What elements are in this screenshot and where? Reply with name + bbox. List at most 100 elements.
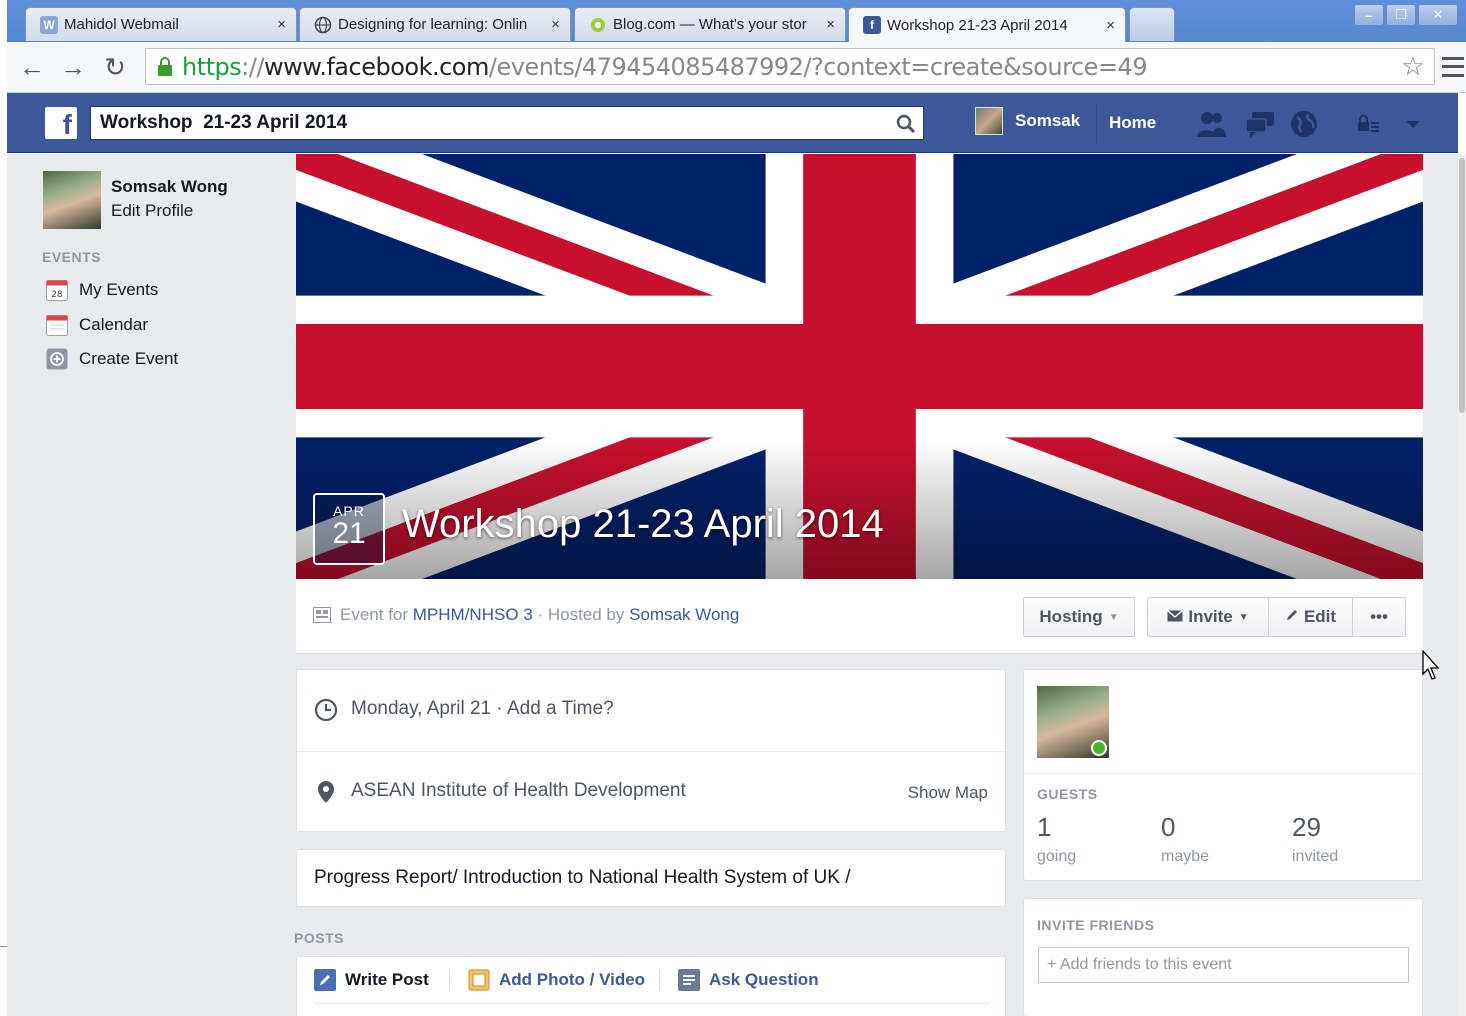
more-options-button[interactable]: ••• — [1352, 597, 1406, 637]
hosting-button[interactable]: Hosting ▼ — [1023, 597, 1135, 637]
posts-heading: POSTS — [294, 930, 344, 946]
group-link[interactable]: MPHM/NHSO 3 — [413, 605, 533, 625]
new-tab-button[interactable] — [1129, 7, 1175, 41]
event-date-text: Monday, April 21 — [351, 698, 492, 719]
more-dots-icon: ••• — [1370, 607, 1388, 626]
going-count[interactable]: 1 — [1037, 812, 1051, 843]
window-close-icon[interactable]: ✕ — [1418, 4, 1458, 26]
edit-button[interactable]: Edit — [1268, 597, 1353, 637]
facebook-logo-icon[interactable]: f — [45, 107, 77, 139]
edit-profile-link[interactable]: Edit Profile — [111, 201, 228, 221]
divider — [0, 946, 7, 947]
avatar[interactable] — [43, 171, 101, 229]
photo-icon — [468, 969, 490, 991]
tab-mahidol-webmail[interactable]: W Mahidol Webmail × — [25, 7, 297, 41]
blog-icon — [589, 16, 607, 34]
event-cover-photo[interactable]: APR 21 Workshop 21-23 April 2014 — [296, 154, 1423, 579]
clock-icon — [314, 698, 338, 725]
chevron-down-icon: ▼ — [1238, 611, 1249, 623]
tab-blog[interactable]: Blog.com — What's your stor × — [574, 7, 846, 41]
browser-toolbar: ← → ↻ https://www.facebook.com/events/47… — [7, 42, 1466, 93]
add-photo-video-tab[interactable]: Add Photo / Video — [468, 969, 645, 991]
add-friends-input[interactable]: + Add friends to this event — [1038, 947, 1409, 983]
close-icon[interactable]: × — [551, 16, 560, 33]
friend-requests-icon[interactable] — [1195, 109, 1227, 139]
event-description: Progress Report/ Introduction to Nationa… — [314, 867, 851, 888]
show-map-link[interactable]: Show Map — [908, 783, 988, 803]
plus-circle-icon — [45, 347, 69, 371]
sidebar-item-calendar[interactable]: Calendar — [45, 313, 148, 337]
close-icon[interactable]: × — [826, 16, 835, 33]
maybe-label: maybe — [1161, 848, 1210, 865]
location-pin-icon — [316, 780, 336, 807]
address-bar[interactable]: https://www.facebook.com/events/47945408… — [145, 48, 1435, 85]
event-details-card: Monday, April 21 · Add a Time? ASEAN Ins… — [296, 669, 1006, 832]
tab-designing-for-learning[interactable]: Designing for learning: Onlin × — [299, 7, 571, 41]
tab-title: Blog.com — What's your stor — [613, 16, 807, 33]
pencil-icon — [1285, 607, 1299, 627]
privacy-shortcuts-icon[interactable] — [1352, 109, 1384, 139]
close-icon[interactable]: × — [1106, 17, 1115, 34]
forward-icon[interactable]: → — [58, 52, 88, 82]
globe-icon — [314, 16, 332, 34]
mahidol-icon: W — [40, 15, 58, 34]
guest-avatar[interactable] — [1037, 686, 1109, 758]
url-scheme: https — [182, 52, 242, 81]
messages-icon[interactable] — [1244, 109, 1276, 139]
host-link[interactable]: Somsak Wong — [629, 605, 739, 625]
event-meta-bar: Event for MPHM/NHSO 3 · Hosted by Somsak… — [296, 579, 1423, 654]
url-separator: :// — [241, 52, 265, 81]
notifications-globe-icon[interactable] — [1288, 109, 1320, 139]
maybe-count[interactable]: 0 — [1161, 812, 1175, 843]
date-day: 21 — [332, 517, 366, 550]
profile-link[interactable]: Somsak — [975, 107, 1080, 135]
scrollbar-thumb[interactable] — [1459, 158, 1465, 413]
sidebar-item-create-event[interactable]: Create Event — [45, 347, 178, 371]
home-label: Home — [1109, 113, 1157, 132]
home-link[interactable]: Home — [1096, 103, 1156, 143]
back-icon[interactable]: ← — [17, 52, 47, 82]
divider — [449, 969, 450, 991]
event-title: Workshop 21-23 April 2014 — [402, 502, 884, 546]
ask-question-tab[interactable]: Ask Question — [678, 969, 819, 991]
profile-name: Somsak — [1015, 111, 1081, 130]
event-date-badge: APR 21 — [313, 493, 385, 565]
left-navigation: Somsak Wong Edit Profile EVENTS 28 My Ev… — [7, 154, 296, 1016]
event-host-info: Event for MPHM/NHSO 3 · Hosted by Somsak… — [313, 605, 739, 625]
sidebar-item-my-events[interactable]: 28 My Events — [45, 278, 158, 302]
guests-heading: GUESTS — [1037, 786, 1098, 802]
profile-summary: Somsak Wong Edit Profile — [43, 171, 228, 229]
tab-label: Add Photo / Video — [499, 970, 646, 989]
bookmark-star-icon[interactable]: ☆ — [1401, 52, 1424, 82]
write-post-pencil-icon — [314, 969, 336, 991]
facebook-icon: f — [863, 16, 881, 34]
add-time-link[interactable]: · Add a Time? — [491, 698, 613, 719]
browser-menu-icon[interactable] — [1442, 54, 1464, 80]
url-path: /events/479454085487992/?context=create&… — [488, 52, 1148, 81]
tab-strip: W Mahidol Webmail × Designing for learni… — [7, 0, 1466, 42]
minimize-icon[interactable]: – — [1354, 4, 1384, 26]
search-input[interactable] — [100, 112, 880, 134]
write-post-tab[interactable]: Write Post — [314, 969, 429, 991]
search-icon[interactable] — [895, 113, 917, 135]
event-description-card: Progress Report/ Introduction to Nationa… — [296, 849, 1006, 907]
profile-name-link[interactable]: Somsak Wong — [111, 177, 228, 197]
invite-button[interactable]: Invite ▼ — [1147, 597, 1269, 637]
divider — [314, 1003, 990, 1004]
going-check-icon — [1091, 740, 1107, 756]
page-scrollbar[interactable] — [1458, 154, 1466, 1016]
close-icon[interactable]: × — [277, 16, 286, 33]
invite-friends-heading: INVITE FRIENDS — [1037, 917, 1155, 933]
event-location[interactable]: ASEAN Institute of Health Development — [351, 780, 686, 802]
reload-icon[interactable]: ↻ — [100, 52, 130, 82]
window-controls: – ❐ ✕ — [1354, 4, 1458, 26]
invited-count[interactable]: 29 — [1292, 812, 1321, 843]
chevron-down-icon: ▼ — [1108, 611, 1119, 623]
tab-label: Write Post — [345, 970, 429, 989]
sidebar-item-label: Calendar — [79, 315, 148, 334]
lock-icon — [154, 56, 176, 78]
restore-icon[interactable]: ❐ — [1386, 4, 1416, 26]
account-menu-chevron-down-icon[interactable] — [1397, 109, 1429, 139]
invited-label: invited — [1292, 848, 1339, 865]
tab-workshop-event[interactable]: f Workshop 21-23 April 2014 × — [848, 7, 1126, 42]
